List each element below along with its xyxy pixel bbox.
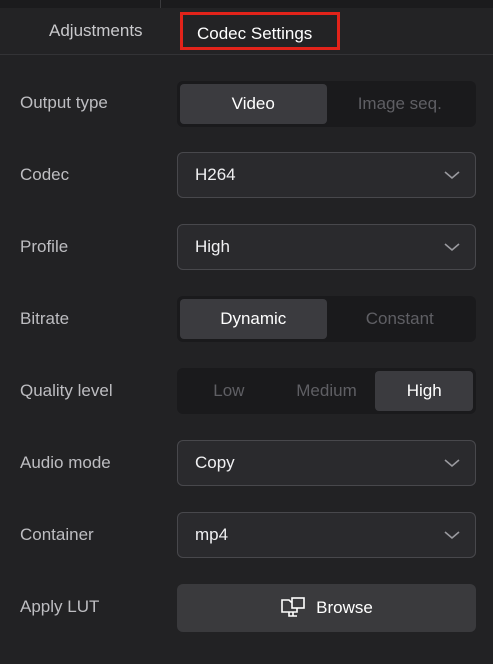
divider [160,0,161,8]
browse-button[interactable]: Browse [177,584,476,632]
quality-high[interactable]: High [375,371,474,411]
apply-lut-label: Apply LUT [20,597,100,616]
profile-label: Profile [20,237,69,256]
codec-select[interactable]: H264 [177,152,476,198]
chevron-down-icon [444,243,460,252]
codec-label: Codec [20,165,70,184]
profile-select[interactable]: High [177,224,476,270]
audio-mode-label: Audio mode [20,453,111,472]
output-type-toggle: Video Image seq. [177,81,476,127]
tab-bar: Adjustments Codec Settings [0,8,493,55]
chevron-down-icon [444,459,460,468]
chevron-down-icon [444,531,460,540]
browse-button-label: Browse [316,598,373,617]
bitrate-dynamic[interactable]: Dynamic [180,299,327,339]
bitrate-label: Bitrate [20,309,70,328]
bitrate-constant[interactable]: Constant [327,299,474,339]
bitrate-toggle: Dynamic Constant [177,296,476,342]
codec-value: H264 [195,165,236,184]
quality-medium[interactable]: Medium [278,371,376,411]
output-type-video[interactable]: Video [180,84,327,124]
top-strip [0,0,493,8]
audio-mode-value: Copy [195,453,235,472]
output-type-image-seq[interactable]: Image seq. [327,84,474,124]
folder-browse-icon [281,597,305,617]
profile-value: High [195,237,230,256]
output-type-label: Output type [20,93,108,112]
container-value: mp4 [195,525,229,544]
container-select[interactable]: mp4 [177,512,476,558]
audio-mode-select[interactable]: Copy [177,440,476,486]
quality-level-label: Quality level [20,381,113,400]
quality-low[interactable]: Low [180,371,278,411]
tab-codec-settings[interactable]: Codec Settings [180,12,340,50]
container-label: Container [20,525,94,544]
tab-adjustments[interactable]: Adjustments [49,8,143,54]
quality-level-toggle: Low Medium High [177,368,476,414]
chevron-down-icon [444,171,460,180]
